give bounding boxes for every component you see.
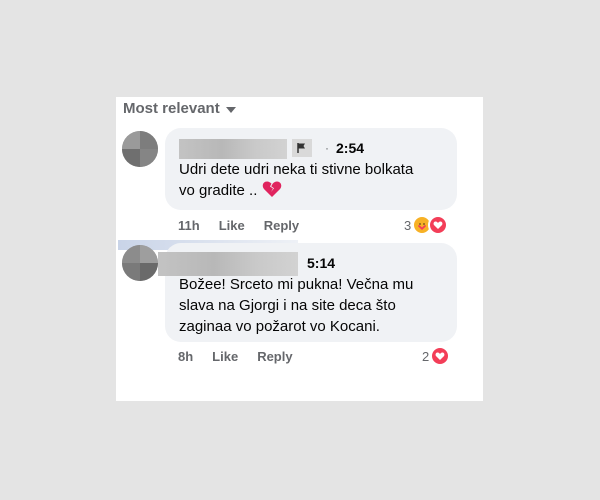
- reaction-count: 2: [422, 348, 430, 364]
- separator-dot: ·: [325, 141, 329, 155]
- comment-text-line: Udri dete udri neka ti stivne bolkata: [179, 161, 414, 178]
- reply-button[interactable]: Reply: [257, 349, 292, 364]
- comment-age: 8h: [178, 349, 194, 364]
- top-fan-badge[interactable]: [292, 139, 312, 157]
- flag-icon: [297, 143, 305, 153]
- comment-text-line: Božee! Srceto mi pukna! Večna mu: [179, 276, 414, 293]
- avatar[interactable]: [122, 131, 158, 167]
- sort-label: Most relevant: [123, 100, 220, 117]
- comment-text-line: zaginaa vo požarot vo Kocani.: [179, 318, 380, 335]
- author-name-blurred[interactable]: [158, 252, 298, 276]
- comment-actions: 11h Like Reply: [178, 218, 299, 233]
- heart-icon: [428, 215, 449, 235]
- caret-down-icon: [225, 106, 236, 113]
- like-button[interactable]: Like: [219, 218, 245, 233]
- like-button[interactable]: Like: [212, 349, 238, 364]
- sort-dropdown[interactable]: Most relevant: [123, 100, 236, 117]
- comment-actions: 8h Like Reply: [178, 349, 293, 364]
- heart-icon: [430, 346, 451, 366]
- comment-text: Udri dete udri neka ti stivne bolkata vo…: [179, 159, 449, 201]
- reply-button[interactable]: Reply: [264, 218, 299, 233]
- broken-heart-icon: [262, 181, 281, 197]
- comment-text-line: slava na Gjorgi i na site deca što: [179, 297, 396, 314]
- comment-timestamp-badge: 5:14: [307, 255, 336, 271]
- comments-panel: Most relevant · 2:54 Udri dete udri neka…: [116, 97, 483, 401]
- comment-bubble: · 2:54 Udri dete udri neka ti stivne bol…: [165, 128, 457, 210]
- comment-text: Božee! Srceto mi pukna! Večna mu slava n…: [179, 274, 449, 337]
- comment-bubble: 5:14 Božee! Srceto mi pukna! Večna mu sl…: [158, 243, 457, 342]
- comment-text-line: vo gradite ..: [179, 182, 258, 199]
- reaction-count: 3: [404, 217, 412, 233]
- comment-timestamp-badge: 2:54: [336, 140, 365, 156]
- avatar[interactable]: [122, 245, 158, 281]
- comment-age: 11h: [178, 218, 200, 233]
- reactions-summary[interactable]: 2: [422, 346, 451, 366]
- reactions-summary[interactable]: 3: [404, 215, 449, 235]
- author-name-blurred[interactable]: [179, 139, 287, 159]
